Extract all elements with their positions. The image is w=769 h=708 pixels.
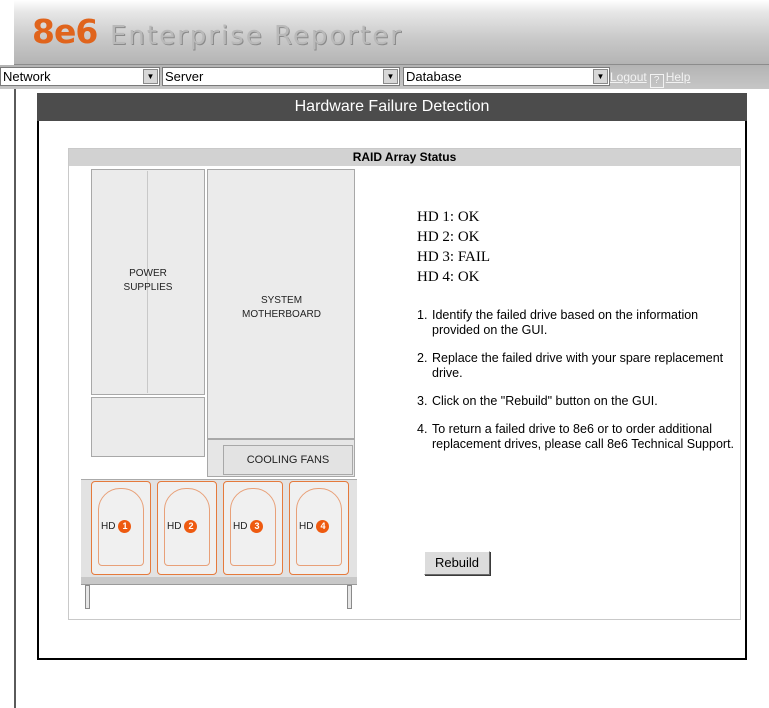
step-text: To return a failed drive to 8e6 or to or…: [432, 422, 735, 451]
raid-status-header: RAID Array Status: [69, 149, 740, 166]
drive-status-list: HD 1: OK HD 2: OK HD 3: FAIL HD 4: OK: [417, 207, 490, 287]
app-header: 8e6 Enterprise Reporter: [14, 0, 769, 65]
step-text: Identify the failed drive based on the i…: [432, 308, 699, 337]
drive-bay-label: HD 2: [167, 520, 198, 533]
drive-bay-label: HD 1: [101, 520, 132, 533]
chassis-base: [81, 577, 357, 585]
drive-bay-label: HD 3: [233, 520, 264, 533]
step-text: Replace the failed drive with your spare…: [432, 351, 724, 380]
instruction-step: 4. To return a failed drive to 8e6 or to …: [412, 422, 737, 452]
drive-cage-region: [91, 397, 205, 457]
drive-status-2: HD 2: OK: [417, 229, 480, 245]
network-select-value: Network: [3, 69, 51, 84]
motherboard-label: SYSTEM MOTHERBOARD: [209, 294, 354, 322]
nav-bar: Network ▼ Server ▼ Database ▼ Logout? Hel…: [0, 65, 769, 89]
nav-links: Logout? Help: [610, 70, 690, 88]
step-number: 3.: [417, 394, 428, 408]
drive-bay-2: HD 2: [157, 481, 217, 575]
drive-status-1: HD 1: OK: [417, 209, 480, 225]
help-link[interactable]: Help: [666, 70, 691, 84]
database-select[interactable]: Database ▼: [403, 67, 610, 86]
instruction-step: 2. Replace the failed drive with your spa…: [412, 351, 737, 381]
chassis-leg: [347, 585, 352, 609]
drive-bay-text: HD: [167, 521, 182, 532]
cooling-fans-label: COOLING FANS: [223, 445, 353, 475]
drive-bay-label: HD 4: [299, 520, 330, 533]
app-title: Enterprise Reporter: [110, 21, 403, 51]
drive-bay-text: HD: [299, 521, 314, 532]
step-text: Click on the "Rebuild" button on the GUI…: [432, 394, 658, 408]
power-supplies-label-text: POWER SUPPLIES: [123, 268, 173, 293]
raid-status-box: RAID Array Status POWER SUPPLIES SYSTEM …: [68, 148, 741, 620]
drive-status-3: HD 3: FAIL: [417, 249, 491, 265]
step-number: 2.: [417, 351, 428, 365]
drive-number-badge: 3: [250, 520, 264, 533]
server-select[interactable]: Server ▼: [162, 67, 400, 86]
drive-bay-4: HD 4: [289, 481, 349, 575]
chevron-down-icon[interactable]: ▼: [383, 69, 398, 84]
server-select-value: Server: [165, 69, 204, 84]
drive-bay-text: HD: [233, 521, 248, 532]
server-chassis-diagram: POWER SUPPLIES SYSTEM MOTHERBOARD COOLIN…: [81, 169, 357, 614]
drive-number-badge: 1: [118, 520, 132, 533]
step-number: 4.: [417, 422, 428, 436]
instruction-step: 3. Click on the "Rebuild" button on the G…: [412, 394, 737, 409]
drive-number-badge: 4: [316, 520, 330, 533]
chassis-leg: [85, 585, 90, 609]
step-number: 1.: [417, 308, 428, 322]
chevron-down-icon[interactable]: ▼: [143, 69, 158, 84]
motherboard-label-text: SYSTEM MOTHERBOARD: [242, 295, 321, 320]
chevron-down-icon[interactable]: ▼: [593, 69, 608, 84]
drive-bay-3: HD 3: [223, 481, 283, 575]
instruction-step: 1. Identify the failed drive based on the…: [412, 308, 737, 338]
database-select-value: Database: [406, 69, 462, 84]
help-icon[interactable]: ?: [649, 74, 664, 88]
network-select[interactable]: Network ▼: [0, 67, 160, 86]
brand-logo: 8e6: [32, 12, 98, 51]
page-title: Hardware Failure Detection: [37, 93, 747, 121]
logout-link[interactable]: Logout: [610, 70, 647, 84]
drive-bay-text: HD: [101, 521, 116, 532]
drive-bay-1: HD 1: [91, 481, 151, 575]
rebuild-button[interactable]: Rebuild: [424, 551, 490, 575]
drive-status-4: HD 4: OK: [417, 269, 480, 285]
power-supplies-label: POWER SUPPLIES: [91, 267, 205, 295]
drive-number-badge: 2: [184, 520, 198, 533]
instructions-list: 1. Identify the failed drive based on the…: [412, 308, 737, 465]
